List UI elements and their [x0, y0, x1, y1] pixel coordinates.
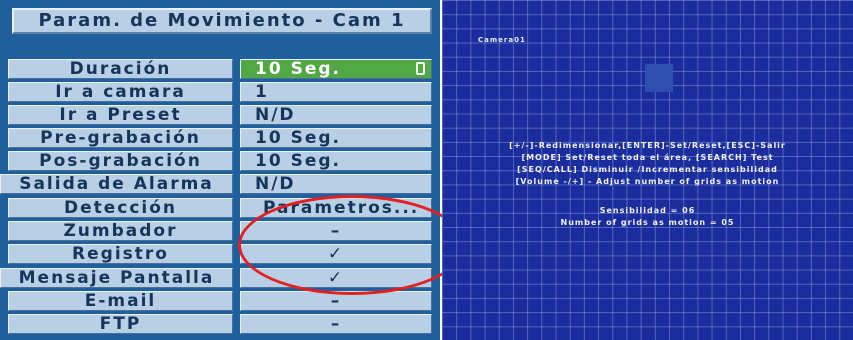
row-label: Salida de Alarma [0, 174, 233, 194]
row-label: Zumbador [8, 221, 233, 241]
row-salida-alarma[interactable]: Salida de Alarma N/D [0, 174, 440, 196]
sensitivity-info: Sensibilidad = 06 Number of grids as mot… [442, 205, 853, 229]
row-mensaje-pantalla[interactable]: Mensaje Pantalla ✓ [0, 268, 440, 290]
ftp-toggle[interactable]: – [240, 314, 432, 334]
row-value[interactable]: 1 [240, 82, 432, 102]
row-label: Mensaje Pantalla [0, 268, 233, 288]
row-label: Pos-grabación [8, 151, 233, 171]
help-line: [MODE] Set/Reset toda el área, [SEARCH] … [521, 153, 774, 162]
row-label: Ir a camara [8, 82, 233, 102]
row-label: FTP [8, 314, 233, 334]
sensitivity-text: Sensibilidad = 06 [599, 206, 696, 215]
row-pre-grabacion[interactable]: Pre-grabación 10 Seg. [0, 128, 440, 150]
row-label: E-mail [8, 291, 233, 311]
row-label: Pre-grabación [8, 128, 233, 148]
row-email[interactable]: E-mail – [0, 291, 440, 313]
registro-toggle[interactable]: ✓ [240, 244, 432, 264]
mensaje-toggle[interactable]: ✓ [240, 268, 432, 288]
help-line: [Volume -/+] - Adjust number of grids as… [515, 177, 780, 186]
grids-text: Number of grids as motion = 05 [560, 218, 735, 227]
row-zumbador[interactable]: Zumbador – [0, 221, 440, 243]
zumbador-toggle[interactable]: – [240, 221, 432, 241]
row-pos-grabacion[interactable]: Pos-grabación 10 Seg. [0, 151, 440, 173]
camera-label: Camera01 [478, 36, 526, 44]
row-deteccion[interactable]: Detección Parametros... [0, 198, 440, 220]
email-toggle[interactable]: – [240, 291, 432, 311]
row-label: Detección [8, 198, 233, 218]
camera-motion-grid[interactable]: Camera01 [+/-]-Redimensionar,[ENTER]-Set… [442, 0, 853, 340]
help-text: [+/-]-Redimensionar,[ENTER]-Set/Reset,[E… [442, 140, 853, 188]
motion-area-cell[interactable] [645, 64, 673, 92]
help-line: [+/-]-Redimensionar,[ENTER]-Set/Reset,[E… [509, 141, 786, 150]
row-ftp[interactable]: FTP – [0, 314, 440, 336]
duracion-value[interactable]: 10 Seg. [240, 59, 432, 79]
row-value[interactable]: 10 Seg. [240, 151, 432, 171]
row-value[interactable]: N/D [240, 174, 432, 194]
row-ir-a-preset[interactable]: Ir a Preset N/D [0, 105, 440, 127]
row-duracion[interactable]: Duración 10 Seg. [0, 59, 440, 81]
row-value[interactable]: N/D [240, 105, 432, 125]
lock-icon [416, 62, 425, 75]
menu-title: Param. de Movimiento - Cam 1 [12, 8, 432, 34]
row-value: 10 Seg. [255, 59, 341, 79]
row-value[interactable]: 10 Seg. [240, 128, 432, 148]
row-label: Ir a Preset [8, 105, 233, 125]
row-ir-a-camara[interactable]: Ir a camara 1 [0, 82, 440, 104]
help-line: [SEQ/CALL] Disminuir /Incrementar sensib… [517, 165, 778, 174]
row-registro[interactable]: Registro ✓ [0, 244, 440, 266]
parametros-button[interactable]: Parametros... [240, 198, 432, 218]
motion-settings-panel: Param. de Movimiento - Cam 1 Duración 10… [0, 0, 440, 340]
row-label: Duración [8, 59, 233, 79]
row-label: Registro [8, 244, 233, 264]
